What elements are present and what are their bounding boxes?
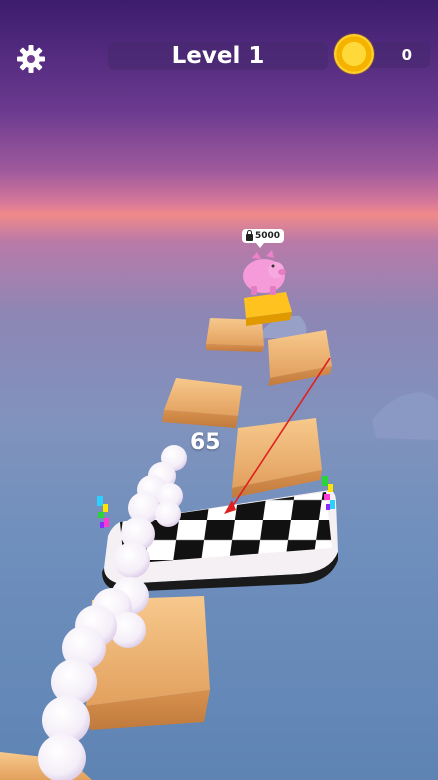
- game-scene[interactable]: Level 1 0 5000 65: [0, 0, 438, 780]
- coin-count: 0: [401, 46, 412, 64]
- confetti-left: [97, 496, 109, 528]
- gear-icon: [17, 45, 45, 73]
- reward-price: 5000: [255, 231, 281, 241]
- level-indicator: Level 1: [108, 42, 328, 70]
- reward-price-badge: 5000: [242, 229, 285, 248]
- wood-platform-mid-left: [162, 378, 242, 428]
- coin-icon: [334, 34, 374, 74]
- piggy-bank-icon: [243, 250, 286, 295]
- level-label: Level 1: [171, 43, 265, 69]
- ball-count-label: 65: [190, 430, 221, 455]
- wood-platform-top-right: [268, 330, 332, 386]
- lock-icon: [246, 229, 253, 241]
- game-world: [0, 250, 438, 780]
- settings-button[interactable]: [16, 44, 46, 74]
- distant-rock: [372, 392, 438, 440]
